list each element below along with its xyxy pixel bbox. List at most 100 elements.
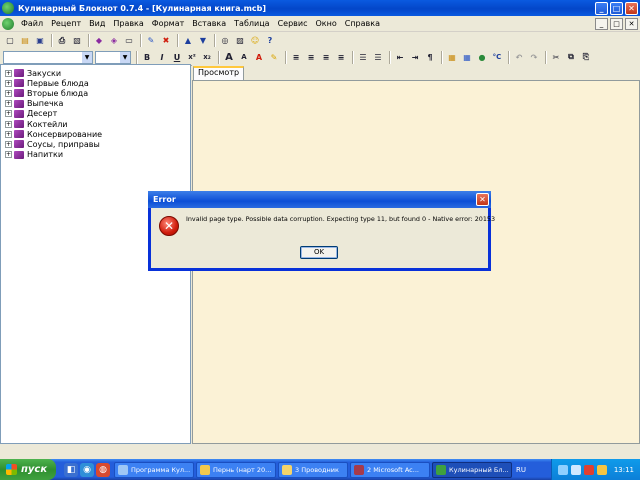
expand-icon[interactable]: + [5, 79, 12, 87]
temperature-icon[interactable]: °C [490, 50, 504, 64]
paste-icon[interactable]: ⎘ [579, 50, 593, 64]
menu-help[interactable]: Справка [341, 19, 384, 28]
print-preview-icon[interactable]: ▧ [70, 34, 84, 48]
chevron-down-icon[interactable]: ▼ [120, 51, 130, 63]
bullet-list-icon[interactable]: ☰ [356, 50, 370, 64]
indent-icon[interactable]: ⇥ [408, 50, 422, 64]
expand-icon[interactable]: + [5, 120, 12, 128]
justify-icon[interactable]: ≡ [334, 50, 348, 64]
align-left-icon[interactable]: ≡ [289, 50, 303, 64]
tree-item-appetizers[interactable]: + Закуски [1, 68, 190, 78]
menu-insert[interactable]: Вставка [188, 19, 230, 28]
network-icon[interactable] [557, 464, 568, 475]
child-close-button[interactable]: ✕ [625, 17, 638, 30]
expand-icon[interactable]: + [5, 100, 12, 108]
up-arrow-icon[interactable]: ▲ [181, 34, 195, 48]
image-icon[interactable]: ▨ [233, 34, 247, 48]
redo-icon[interactable]: ↷ [527, 50, 541, 64]
child-restore-button[interactable]: □ [610, 17, 623, 30]
new-icon[interactable]: ▢ [3, 34, 17, 48]
menu-table[interactable]: Таблица [230, 19, 273, 28]
menu-recipe[interactable]: Рецепт [47, 19, 85, 28]
maximize-button[interactable]: □ [610, 1, 623, 15]
menu-service[interactable]: Сервис [274, 19, 312, 28]
task-button-cookbook[interactable]: Кулинарный Бл... [432, 461, 512, 478]
font-name-combo[interactable]: ▼ [3, 50, 93, 64]
task-button-access[interactable]: 2 Microsoft Ac... [350, 461, 430, 478]
font-size-combo[interactable]: ▼ [95, 50, 131, 64]
undo-icon[interactable]: ↶ [512, 50, 526, 64]
down-arrow-icon[interactable]: ▼ [196, 34, 210, 48]
menu-file[interactable]: Файл [17, 19, 47, 28]
open-icon[interactable]: ▤ [18, 34, 32, 48]
edit-icon[interactable]: ✎ [144, 34, 158, 48]
ok-button[interactable]: OK [300, 246, 338, 259]
highlight-icon[interactable]: ✎ [267, 50, 281, 64]
print-icon[interactable]: ⎙ [55, 34, 69, 48]
menu-window[interactable]: Окно [311, 19, 340, 28]
clock[interactable]: 13:11 [614, 466, 634, 474]
expand-icon[interactable]: + [5, 89, 12, 97]
align-center-icon[interactable]: ≡ [304, 50, 318, 64]
show-desktop-icon[interactable]: ◧ [64, 462, 78, 477]
start-button[interactable]: пуск [0, 459, 56, 480]
browser-icon[interactable]: ◉ [80, 462, 94, 477]
language-indicator[interactable]: RU [516, 466, 526, 474]
expand-icon[interactable]: + [5, 110, 12, 118]
tree-item-preserving[interactable]: + Консервирование [1, 129, 190, 139]
task-button-program[interactable]: Программа Кул... [114, 461, 194, 478]
task-button-paint[interactable]: Пернь (нарт 20... [196, 461, 276, 478]
tree-item-sauces[interactable]: + Соусы, приправы [1, 139, 190, 149]
dialog-close-button[interactable]: ✕ [476, 193, 489, 206]
expand-icon[interactable]: + [5, 69, 12, 77]
grid-icon[interactable]: ▦ [460, 50, 474, 64]
close-button[interactable]: ✕ [625, 1, 638, 15]
expand-icon[interactable]: + [5, 151, 12, 159]
minimize-button[interactable]: _ [595, 1, 608, 15]
page-icon[interactable]: ▭ [122, 34, 136, 48]
tree-item-cocktails[interactable]: + Коктейли [1, 119, 190, 129]
table-icon[interactable]: ▦ [445, 50, 459, 64]
paragraph-icon[interactable]: ¶ [423, 50, 437, 64]
antivirus-icon[interactable] [583, 464, 594, 475]
subscript-icon[interactable]: x₂ [200, 50, 214, 64]
bold-icon[interactable]: B [140, 50, 154, 64]
tree-item-first-courses[interactable]: + Первые блюда [1, 78, 190, 88]
tree-item-baking[interactable]: + Выпечка [1, 99, 190, 109]
find-icon[interactable]: ◎ [218, 34, 232, 48]
document-icon[interactable] [2, 17, 14, 30]
app-icon[interactable] [2, 2, 14, 14]
smiley-icon[interactable]: ☺ [248, 34, 262, 48]
numbered-list-icon[interactable]: ☰ [371, 50, 385, 64]
menu-format[interactable]: Формат [148, 19, 188, 28]
superscript-icon[interactable]: x² [185, 50, 199, 64]
task-button-explorer[interactable]: 3 Проводник [278, 461, 348, 478]
copy-icon[interactable]: ⧉ [564, 50, 578, 64]
tab-preview[interactable]: Просмотр [193, 66, 245, 80]
underline-icon[interactable]: U [170, 50, 184, 64]
shrink-font-icon[interactable]: A [237, 50, 251, 64]
volume-icon[interactable] [570, 464, 581, 475]
tree-item-dessert[interactable]: + Десерт [1, 109, 190, 119]
tree-item-drinks[interactable]: + Напитки [1, 150, 190, 160]
child-minimize-button[interactable]: _ [595, 17, 608, 30]
chrome-icon[interactable]: ◍ [96, 462, 110, 477]
recipe-book-icon[interactable]: ◆ [92, 34, 106, 48]
dialog-title-bar[interactable]: Error ✕ [148, 191, 491, 208]
align-right-icon[interactable]: ≡ [319, 50, 333, 64]
save-icon[interactable]: ▣ [33, 34, 47, 48]
expand-icon[interactable]: + [5, 140, 12, 148]
expand-icon[interactable]: + [5, 130, 12, 138]
italic-icon[interactable]: I [155, 50, 169, 64]
globe-icon[interactable]: ● [475, 50, 489, 64]
delete-icon[interactable]: ✖ [159, 34, 173, 48]
chevron-down-icon[interactable]: ▼ [82, 51, 92, 63]
outdent-icon[interactable]: ⇤ [393, 50, 407, 64]
help-icon[interactable]: ? [263, 34, 277, 48]
update-icon[interactable] [596, 464, 607, 475]
grow-font-icon[interactable]: A [222, 50, 236, 64]
menu-edit[interactable]: Правка [109, 19, 147, 28]
book-icon[interactable]: ◈ [107, 34, 121, 48]
cut-icon[interactable]: ✂ [549, 50, 563, 64]
tree-item-second-courses[interactable]: + Вторые блюда [1, 88, 190, 98]
